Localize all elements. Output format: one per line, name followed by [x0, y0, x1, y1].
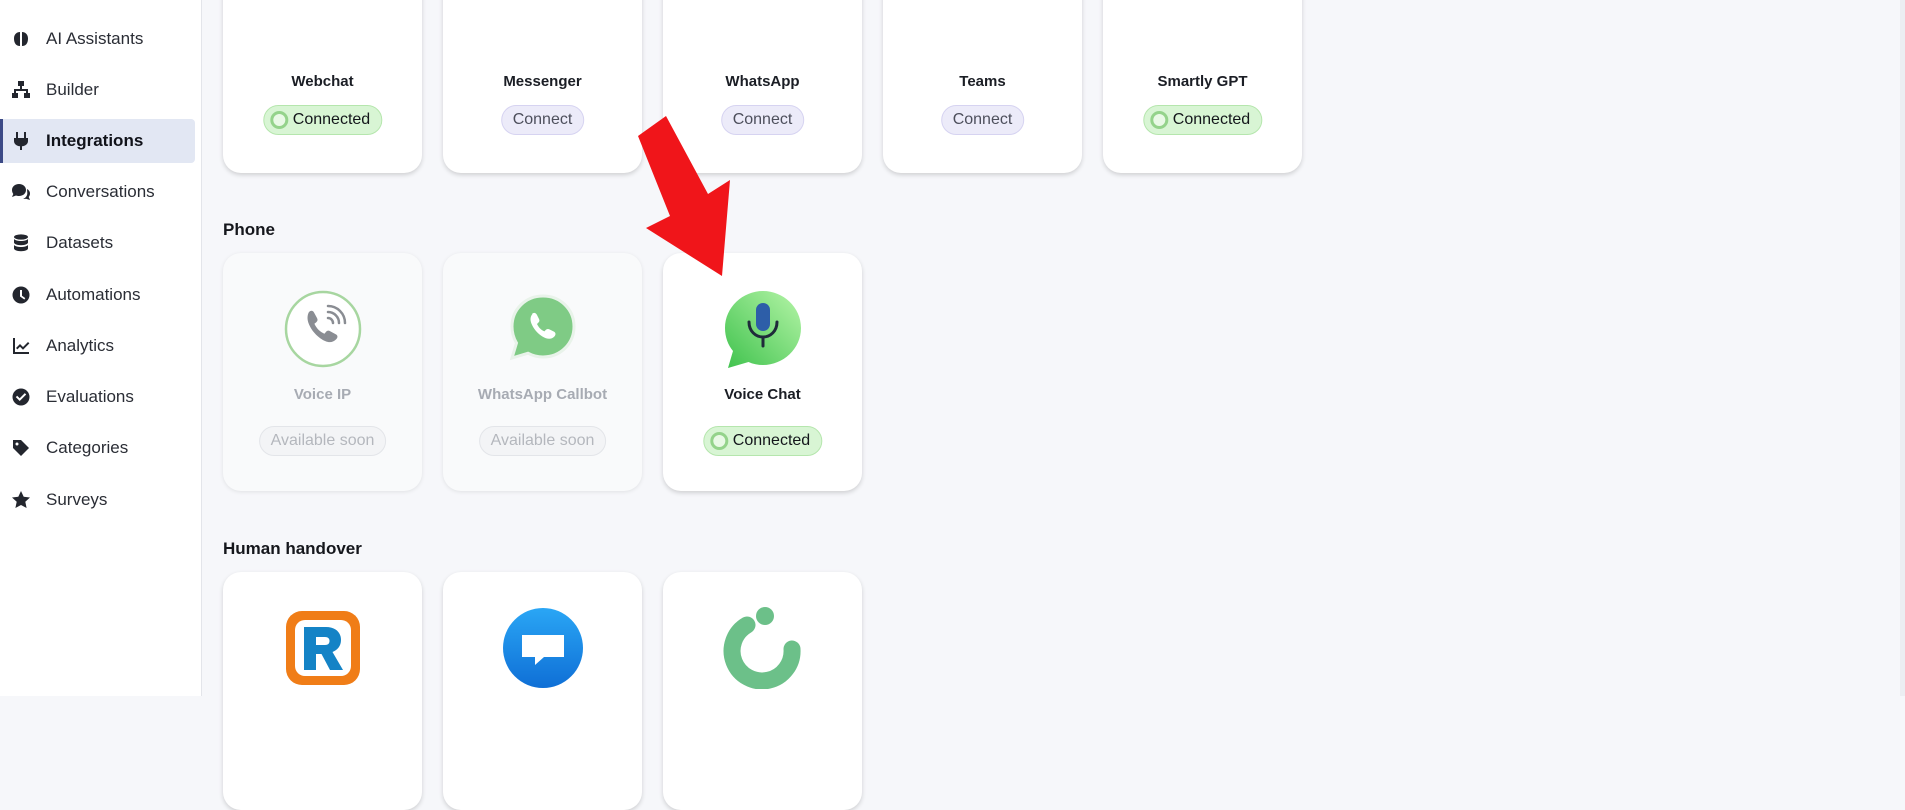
- section-title-human-handover: Human handover: [223, 539, 362, 558]
- smartly-gpt-icon: [1162, 0, 1244, 17]
- sidebar-item-label: Surveys: [46, 490, 108, 509]
- sidebar-item-label: Categories: [46, 438, 129, 457]
- whatsapp-icon: [722, 0, 804, 17]
- card-name: Voice Chat: [724, 386, 801, 403]
- ring-logo-icon: [722, 607, 804, 689]
- card-name: Webchat: [291, 73, 354, 90]
- sidebar: AI Assistants Builder Integrations Conve…: [0, 0, 202, 696]
- status-ring-icon: [269, 111, 288, 129]
- sidebar-item-automations[interactable]: Automations: [0, 273, 195, 317]
- plug-icon: [10, 130, 32, 152]
- sidebar-item-datasets[interactable]: Datasets: [0, 221, 195, 265]
- comments-icon: [10, 181, 32, 203]
- status-badge-connected[interactable]: Connected: [702, 426, 823, 456]
- phone-icon: [282, 288, 364, 370]
- sidebar-item-integrations[interactable]: Integrations: [0, 119, 195, 163]
- tag-icon: [10, 437, 32, 459]
- sidebar-item-builder[interactable]: Builder: [0, 68, 195, 112]
- connect-button[interactable]: Connect: [940, 105, 1025, 135]
- chat-bubble-icon: [502, 607, 584, 689]
- clock-icon: [10, 284, 32, 306]
- status-label: Connected: [732, 432, 811, 449]
- database-icon: [10, 232, 32, 254]
- integration-card-messenger[interactable]: Messenger Connect: [443, 0, 642, 173]
- status-ring-icon: [1149, 111, 1168, 129]
- sidebar-item-categories[interactable]: Categories: [0, 426, 195, 470]
- scrollbar[interactable]: [1900, 0, 1905, 696]
- card-name: Teams: [959, 73, 1006, 90]
- sidebar-item-conversations[interactable]: Conversations: [0, 170, 195, 214]
- teams-icon: [942, 0, 1024, 17]
- sidebar-item-ai-assistants[interactable]: AI Assistants: [0, 17, 195, 61]
- status-badge-connected[interactable]: Connected: [262, 105, 383, 135]
- sidebar-item-evaluations[interactable]: Evaluations: [0, 375, 195, 419]
- sidebar-item-label: Conversations: [46, 182, 155, 201]
- webchat-icon: [282, 0, 364, 17]
- brain-icon: [10, 28, 32, 50]
- sidebar-item-label: Automations: [46, 285, 141, 304]
- status-badge-connected[interactable]: Connected: [1142, 105, 1263, 135]
- card-name: Voice IP: [293, 386, 352, 403]
- red-arrow-annotation: [638, 116, 730, 276]
- integration-card-handover-2[interactable]: [443, 572, 642, 810]
- sidebar-item-label: Evaluations: [46, 387, 134, 406]
- sitemap-icon: [10, 79, 32, 101]
- integration-card-handover-3[interactable]: [663, 572, 862, 810]
- status-label: Connected: [1172, 111, 1251, 128]
- voice-chat-icon: [722, 288, 804, 370]
- sidebar-item-label: Datasets: [46, 233, 114, 252]
- card-name: Smartly GPT: [1157, 73, 1248, 90]
- status-badge-available-soon: Available soon: [478, 426, 607, 456]
- section-title-phone: Phone: [223, 220, 275, 239]
- status-ring-icon: [709, 432, 728, 450]
- connect-button[interactable]: Connect: [500, 105, 585, 135]
- integration-card-voice-ip: Voice IP Available soon: [223, 253, 422, 491]
- check-circle-icon: [10, 386, 32, 408]
- integration-card-voice-chat[interactable]: Voice Chat Connected: [663, 253, 862, 491]
- status-label: Connected: [292, 111, 371, 128]
- status-badge-available-soon: Available soon: [258, 426, 387, 456]
- card-name: WhatsApp Callbot: [477, 386, 608, 403]
- card-name: Messenger: [503, 73, 582, 90]
- integration-card-webchat[interactable]: Webchat Connected: [223, 0, 422, 173]
- sidebar-item-label: AI Assistants: [46, 29, 144, 48]
- integration-card-handover-1[interactable]: [223, 572, 422, 810]
- integration-card-teams[interactable]: Teams Connect: [883, 0, 1082, 173]
- r-logo-icon: [282, 607, 364, 689]
- sidebar-item-label: Integrations: [46, 131, 144, 150]
- integration-card-whatsapp-callbot: WhatsApp Callbot Available soon: [443, 253, 642, 491]
- sidebar-item-label: Builder: [46, 80, 99, 99]
- sidebar-item-surveys[interactable]: Surveys: [0, 478, 195, 522]
- whatsapp-callbot-icon: [502, 288, 584, 370]
- chart-line-icon: [10, 335, 32, 357]
- star-icon: [10, 489, 32, 511]
- messenger-icon: [502, 0, 584, 17]
- sidebar-item-label: Analytics: [46, 336, 115, 355]
- card-name: WhatsApp: [725, 73, 800, 90]
- integration-card-smartly-gpt[interactable]: Smartly GPT Connected: [1103, 0, 1302, 173]
- sidebar-item-analytics[interactable]: Analytics: [0, 324, 195, 368]
